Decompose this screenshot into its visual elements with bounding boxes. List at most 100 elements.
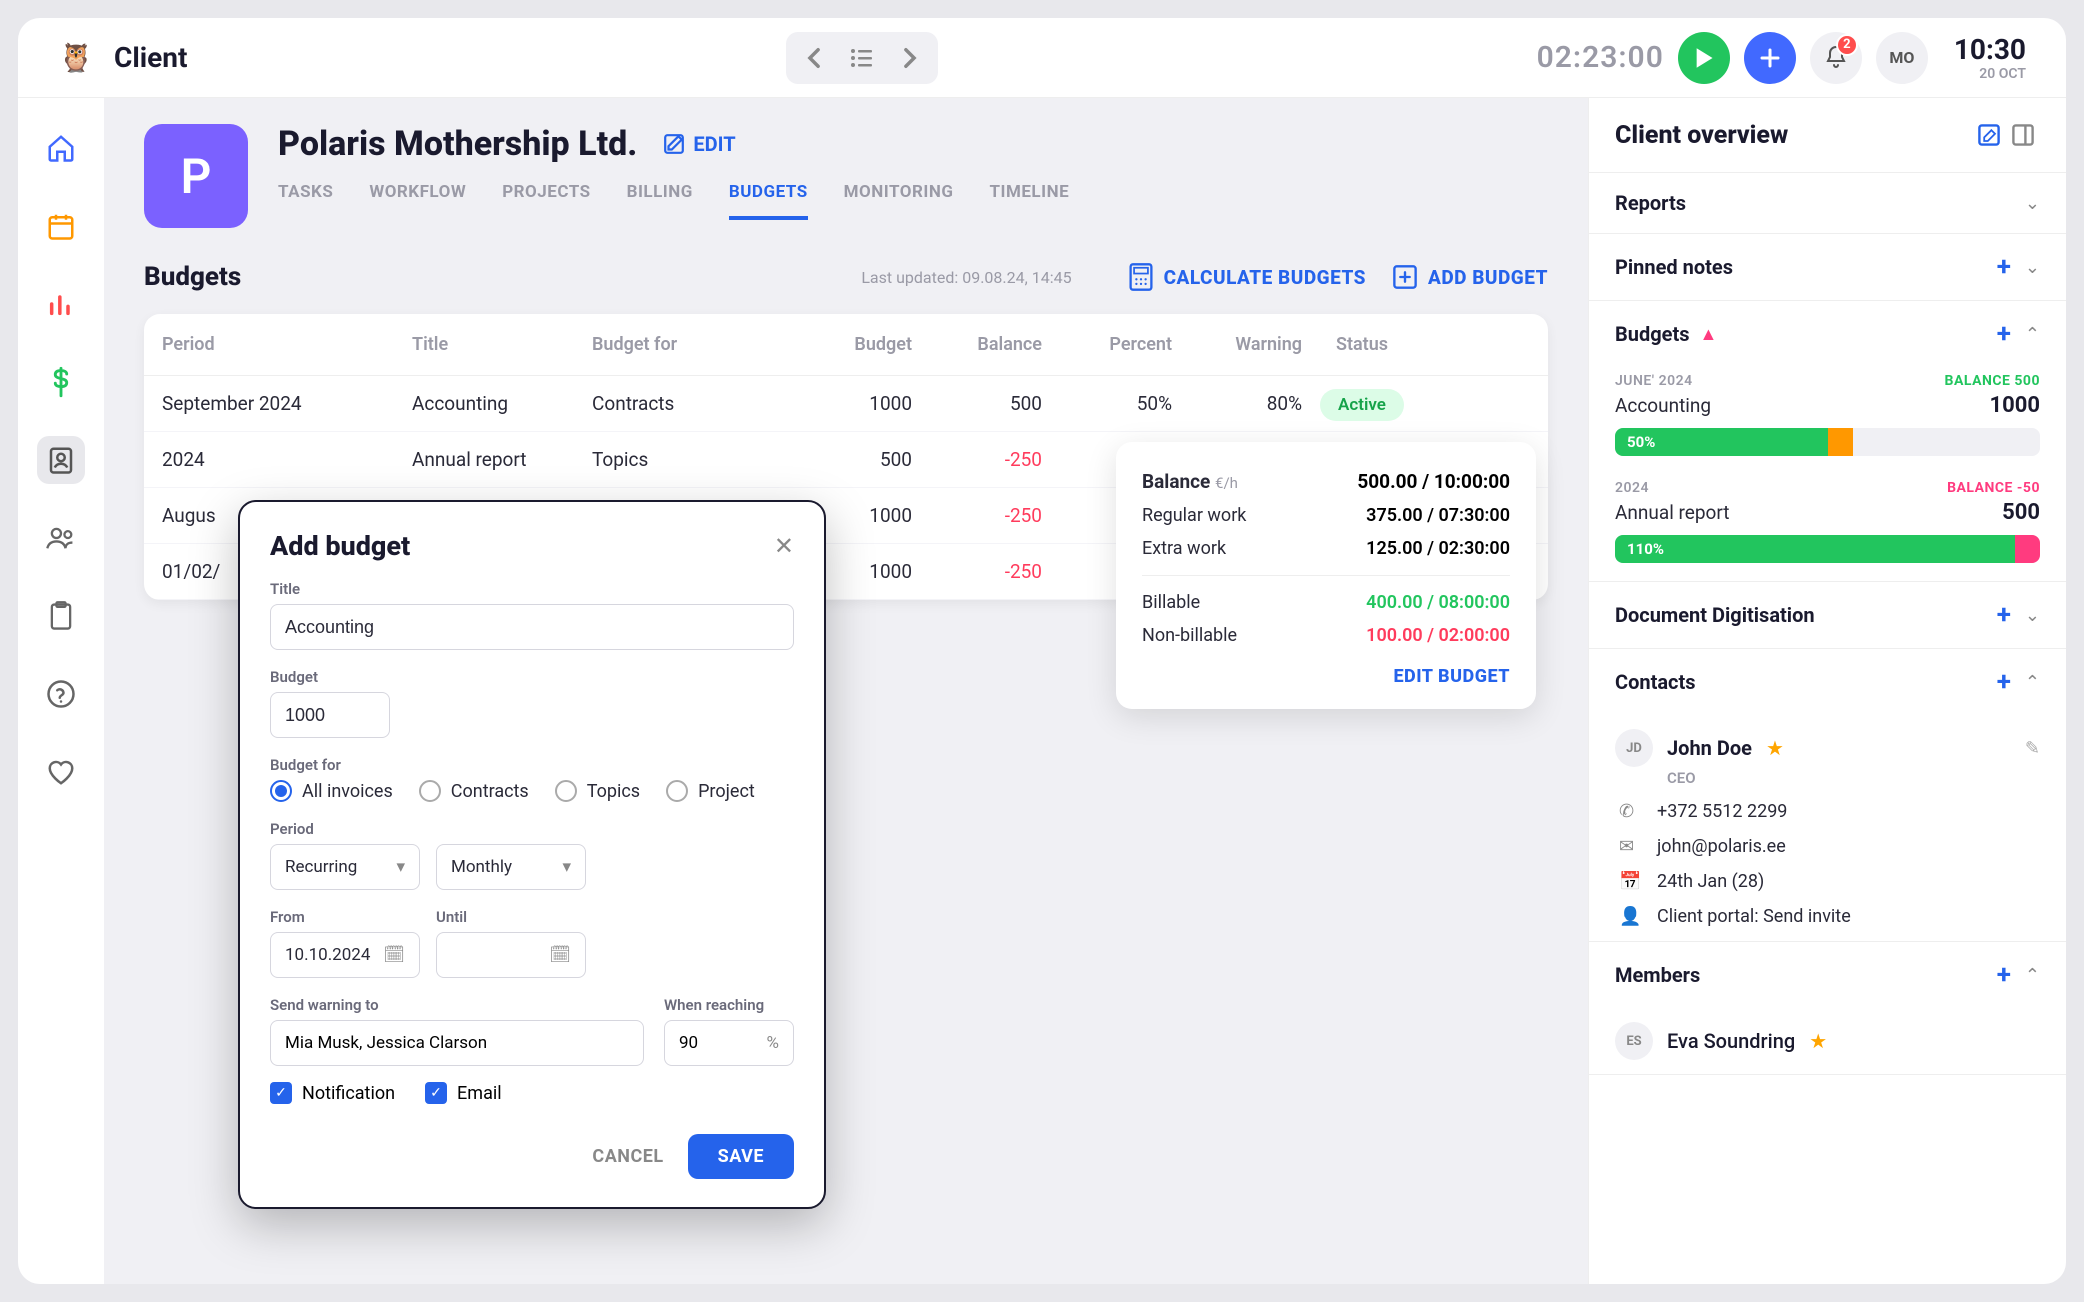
radio-topics[interactable]: Topics — [555, 780, 640, 802]
table-row[interactable]: September 2024 Accounting Contracts 1000… — [144, 376, 1548, 432]
contact-item: JD John Doe ★ ✎ CEO ✆+372 5512 2299 ✉joh… — [1589, 715, 2066, 941]
budget-input[interactable] — [270, 692, 390, 738]
sidebar-team-icon[interactable] — [37, 514, 85, 562]
notification-badge: 2 — [1836, 34, 1858, 56]
tab-monitoring[interactable]: MONITORING — [844, 182, 954, 220]
edit-budget-link[interactable]: EDIT BUDGET — [1142, 666, 1510, 687]
play-button[interactable] — [1678, 32, 1730, 84]
add-budget-button[interactable]: ADD BUDGET — [1392, 264, 1548, 290]
app-logo-icon: 🦉 — [58, 40, 94, 76]
topbar-right: 02:23:00 2 MO 10:30 20 OCT — [1537, 32, 2026, 84]
close-icon[interactable]: ✕ — [774, 532, 794, 560]
sidebar-heart-icon[interactable] — [37, 748, 85, 796]
nav-list-button[interactable] — [838, 36, 886, 80]
tab-billing[interactable]: BILLING — [627, 182, 693, 220]
add-member-icon[interactable]: + — [1997, 960, 2011, 990]
add-doc-icon[interactable]: + — [1997, 600, 2011, 630]
clock-date: 20 OCT — [1954, 66, 2026, 82]
pinned-notes-section[interactable]: Pinned notes + ⌄ — [1589, 234, 2066, 300]
last-updated: Last updated: 09.08.24, 14:45 — [861, 268, 1071, 287]
add-note-icon[interactable]: + — [1997, 252, 2011, 282]
doc-digitisation-section[interactable]: Document Digitisation + ⌄ — [1589, 582, 2066, 648]
modal-title: Add budget — [270, 530, 774, 562]
th-status: Status — [1302, 334, 1422, 355]
contact-avatar: JD — [1615, 729, 1653, 767]
user-avatar-button[interactable]: MO — [1876, 32, 1928, 84]
title-input[interactable] — [270, 604, 794, 650]
overview-title: Client overview — [1615, 121, 1972, 150]
member-item: ES Eva Soundring ★ — [1589, 1008, 2066, 1074]
contact-name: John Doe — [1667, 736, 1752, 760]
chevron-up-icon: ⌃ — [2025, 324, 2040, 345]
overview-collapse-icon[interactable] — [2006, 118, 2040, 152]
warning-icon: ▲ — [1700, 324, 1718, 345]
budgets-heading: Budgets — [144, 262, 241, 292]
calendar-icon: 📅 — [1619, 871, 1643, 892]
add-budget-modal: Add budget ✕ Title Budget Budget for All… — [238, 500, 826, 1209]
member-avatar: ES — [1615, 1022, 1653, 1060]
sidebar-contact-icon[interactable] — [37, 436, 85, 484]
topbar: 🦉 Client 02:23:00 2 MO 10:30 20 OCT — [18, 18, 2066, 98]
client-avatar: P — [144, 124, 248, 228]
th-title: Title — [412, 334, 592, 355]
overview-edit-icon[interactable] — [1972, 118, 2006, 152]
contacts-section[interactable]: Contacts + ⌃ — [1589, 649, 2066, 715]
members-section[interactable]: Members + ⌃ — [1589, 942, 2066, 1008]
frequency-select[interactable]: Monthly▾ — [436, 844, 586, 890]
right-panel: Client overview Reports ⌄ Pinned notes +… — [1588, 98, 2066, 1284]
budget-card[interactable]: 2024 BALANCE -50 Annual report 500 110% — [1589, 474, 2066, 581]
sidebar-calendar-icon[interactable] — [37, 202, 85, 250]
sidebar-dollar-icon[interactable] — [37, 358, 85, 406]
calculate-budgets-button[interactable]: CALCULATE BUDGETS — [1128, 262, 1366, 292]
tab-projects[interactable]: PROJECTS — [502, 182, 590, 220]
reports-section[interactable]: Reports ⌄ — [1589, 173, 2066, 233]
warning-to-input[interactable]: Mia Musk, Jessica Clarson — [270, 1020, 644, 1066]
member-name: Eva Soundring — [1667, 1029, 1795, 1053]
th-balance: Balance — [912, 334, 1042, 355]
chevron-down-icon: ⌄ — [2025, 193, 2040, 214]
nav-next-button[interactable] — [886, 36, 934, 80]
sidebar-clipboard-icon[interactable] — [37, 592, 85, 640]
period-select[interactable]: Recurring▾ — [270, 844, 420, 890]
calendar-icon: 🗓 — [549, 945, 571, 965]
from-date-input[interactable]: 10.10.2024🗓 — [270, 932, 420, 978]
tab-workflow[interactable]: WORKFLOW — [369, 182, 466, 220]
save-button[interactable]: SAVE — [688, 1134, 794, 1179]
notification-checkbox[interactable]: ✓Notification — [270, 1082, 395, 1104]
budgets-section[interactable]: Budgets▲ + ⌃ — [1589, 301, 2066, 367]
sidebar-stats-icon[interactable] — [37, 280, 85, 328]
add-button[interactable] — [1744, 32, 1796, 84]
tab-budgets[interactable]: BUDGETS — [729, 182, 808, 220]
until-date-input[interactable]: 🗓 — [436, 932, 586, 978]
sidebar-home-icon[interactable] — [37, 124, 85, 172]
th-percent: Percent — [1042, 334, 1172, 355]
radio-project[interactable]: Project — [666, 780, 755, 802]
tab-tasks[interactable]: TASKS — [278, 182, 333, 220]
clock: 10:30 20 OCT — [1954, 33, 2026, 82]
phone-icon: ✆ — [1619, 801, 1643, 822]
reaching-input[interactable]: 90% — [664, 1020, 794, 1066]
cancel-button[interactable]: CANCEL — [592, 1146, 663, 1167]
edit-client-button[interactable]: EDIT — [663, 132, 735, 156]
page-title: Client — [114, 41, 187, 74]
radio-all-invoices[interactable]: All invoices — [270, 780, 393, 802]
add-contact-icon[interactable]: + — [1997, 667, 2011, 697]
calendar-icon: 🗓 — [383, 945, 405, 965]
sidebar-help-icon[interactable] — [37, 670, 85, 718]
edit-contact-icon[interactable]: ✎ — [2025, 738, 2040, 759]
nav-prev-button[interactable] — [790, 36, 838, 80]
th-budget: Budget — [792, 334, 912, 355]
budget-card[interactable]: JUNE' 2024 BALANCE 500 Accounting 1000 5… — [1589, 367, 2066, 474]
email-checkbox[interactable]: ✓Email — [425, 1082, 502, 1104]
chevron-up-icon: ⌃ — [2025, 672, 2040, 693]
person-icon: 👤 — [1619, 906, 1643, 927]
client-tabs: TASKS WORKFLOW PROJECTS BILLING BUDGETS … — [278, 182, 1588, 220]
th-period: Period — [162, 334, 412, 355]
status-badge: Active — [1320, 389, 1404, 421]
notification-button[interactable]: 2 — [1810, 32, 1862, 84]
tab-timeline[interactable]: TIMELINE — [989, 182, 1069, 220]
star-icon: ★ — [1766, 736, 1784, 760]
add-budget-icon[interactable]: + — [1997, 319, 2011, 349]
contact-role: CEO — [1667, 769, 2040, 787]
radio-contracts[interactable]: Contracts — [419, 780, 529, 802]
